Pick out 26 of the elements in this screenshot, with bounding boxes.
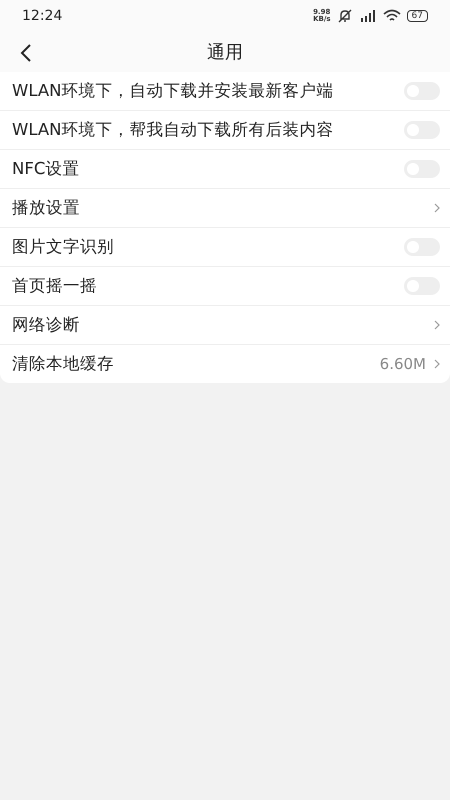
settings-row[interactable]: 播放设置 (0, 189, 450, 228)
settings-row[interactable]: NFC设置 (0, 150, 450, 189)
chevron-icon (434, 203, 440, 213)
settings-row[interactable]: 图片文字识别 (0, 228, 450, 267)
settings-row[interactable]: 网络诊断 (0, 306, 450, 345)
page-title: 通用 (207, 41, 243, 64)
chevron-icon (434, 359, 440, 369)
settings-row[interactable]: WLAN环境下，帮我自动下载所有后装内容 (0, 111, 450, 150)
chevron-icon (434, 320, 440, 330)
status-time: 12:24 (22, 8, 62, 24)
signal-icon (358, 9, 377, 23)
wifi-icon (382, 9, 401, 23)
setting-label: 首页摇一摇 (12, 275, 97, 297)
setting-label: 网络诊断 (12, 314, 80, 336)
setting-label: WLAN环境下，自动下载并安装最新客户端 (12, 80, 334, 102)
setting-label: 播放设置 (12, 197, 80, 219)
setting-label: 图片文字识别 (12, 236, 114, 258)
setting-label: 清除本地缓存 (12, 353, 114, 375)
cache-size: 6.60M (380, 355, 426, 373)
settings-row[interactable]: 清除本地缓存 6.60M (0, 345, 450, 383)
setting-label: NFC设置 (12, 158, 80, 180)
muted-bell-icon (336, 9, 353, 23)
settings-row[interactable]: WLAN环境下，自动下载并安装最新客户端 (0, 72, 450, 111)
settings-row[interactable]: 首页摇一摇 (0, 267, 450, 306)
setting-label: WLAN环境下，帮我自动下载所有后装内容 (12, 119, 334, 141)
battery-indicator: 67 (406, 10, 428, 22)
